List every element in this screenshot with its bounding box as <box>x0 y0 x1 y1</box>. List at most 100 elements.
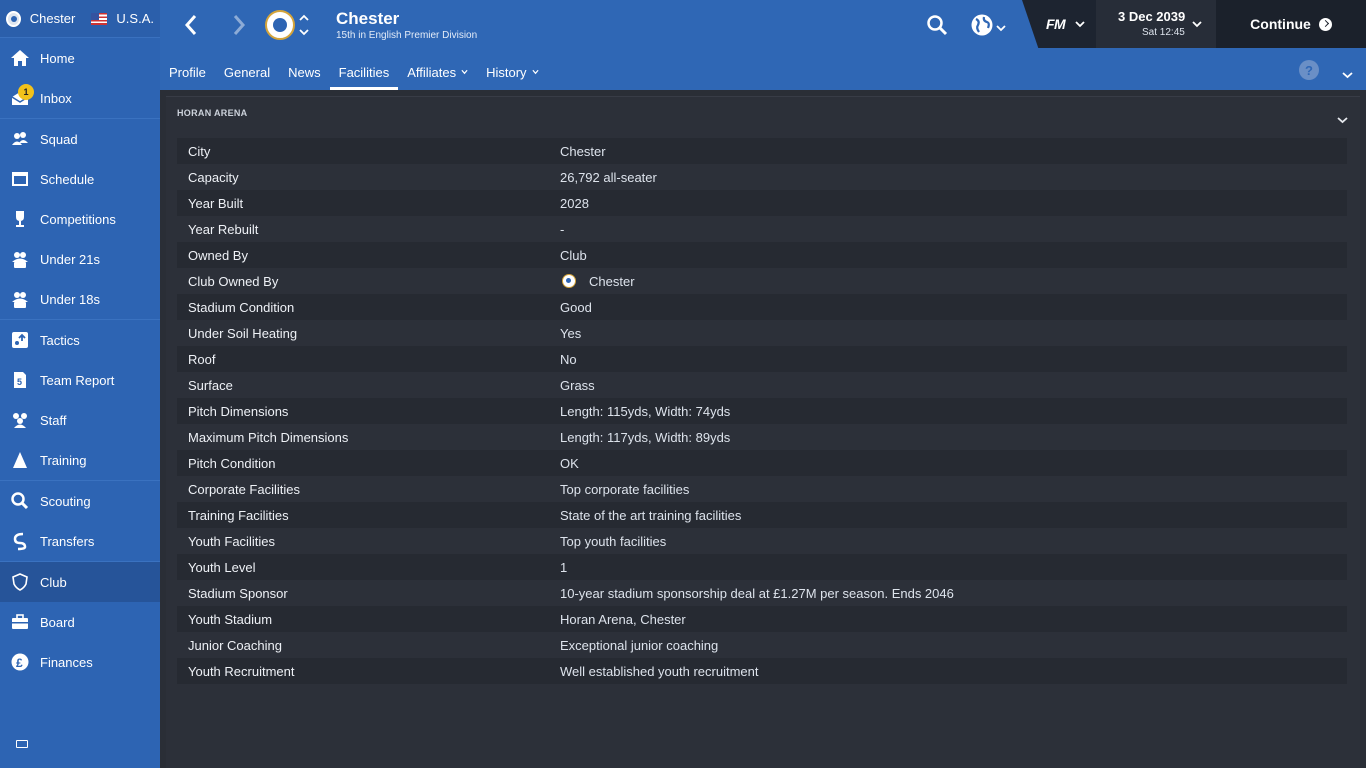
sidebar-item-tactics[interactable]: Tactics <box>0 320 160 360</box>
tab-label: General <box>223 64 271 80</box>
help-button[interactable]: ? <box>1299 60 1319 80</box>
under21-icon <box>10 249 30 269</box>
collapse-panel-button[interactable] <box>1337 111 1348 124</box>
switch-club-arrows[interactable] <box>298 12 310 38</box>
sidebar-item-label: Schedule <box>40 171 95 187</box>
sidebar-item-label: Board <box>40 614 75 630</box>
sidebar-item-label: Finances <box>40 654 93 670</box>
page-menu-button[interactable] <box>1342 66 1353 79</box>
table-row: Youth Facilities Top youth facilities <box>177 528 1347 554</box>
nav-group-scouting: Scouting Transfers <box>0 481 160 562</box>
row-key: Year Rebuilt <box>188 221 259 237</box>
table-row: Pitch Condition OK <box>177 450 1347 476</box>
sidebar-item-under18s[interactable]: Under 18s <box>0 279 160 319</box>
sidebar-item-board[interactable]: Board <box>0 602 160 642</box>
sidebar-item-scouting[interactable]: Scouting <box>0 481 160 521</box>
sidebar-item-schedule[interactable]: Schedule <box>0 159 160 199</box>
tab-bar: Profile General News Facilities Affiliat… <box>160 54 548 90</box>
team-report-icon: 5 <box>10 370 30 390</box>
under18-icon <box>10 289 30 309</box>
training-icon <box>10 450 30 470</box>
table-row: Year Rebuilt - <box>177 216 1347 242</box>
back-button[interactable] <box>176 10 206 40</box>
fm-menu-button[interactable]: FM <box>1022 0 1096 48</box>
sidebar-nation-name: U.S.A. <box>116 11 154 26</box>
sidebar-item-squad[interactable]: Squad <box>0 119 160 159</box>
forward-button[interactable] <box>224 10 254 40</box>
tab-history[interactable]: History <box>477 54 547 90</box>
tab-affiliates[interactable]: Affiliates <box>398 54 477 90</box>
globe-icon <box>971 14 993 36</box>
nav-group-main: Home 1 Inbox <box>0 38 160 119</box>
sidebar-item-team-report[interactable]: 5 Team Report <box>0 360 160 400</box>
row-key: Capacity <box>188 169 239 185</box>
table-row: Roof No <box>177 346 1347 372</box>
sidebar-item-label: Inbox <box>40 90 72 106</box>
arrow-right-circle-icon <box>1318 17 1332 31</box>
continue-label: Continue <box>1250 16 1311 32</box>
row-value: 10-year stadium sponsorship deal at £1.2… <box>560 585 954 601</box>
row-value: Length: 115yds, Width: 74yds <box>560 403 731 419</box>
sidebar-header[interactable]: Chester U.S.A. <box>0 0 160 38</box>
sidebar-item-competitions[interactable]: Competitions <box>0 199 160 239</box>
row-value: 26,792 all-seater <box>560 169 657 185</box>
trophy-icon <box>10 209 30 229</box>
chevron-down-icon[interactable] <box>996 19 1006 32</box>
page-title: Chester <box>336 9 400 28</box>
sidebar-item-finances[interactable]: £ Finances <box>0 642 160 682</box>
row-key: Surface <box>188 377 233 393</box>
club-crest[interactable] <box>265 10 295 40</box>
schedule-icon <box>10 169 30 189</box>
tab-news[interactable]: News <box>279 54 330 90</box>
tab-label: Facilities <box>338 64 390 80</box>
panel-title: HORAN ARENA <box>177 108 248 118</box>
table-row: City Chester <box>177 138 1347 164</box>
sidebar-item-label: Under 21s <box>40 251 100 267</box>
sidebar-item-label: Tactics <box>40 332 80 348</box>
row-value-club-link[interactable]: Chester <box>560 274 635 289</box>
row-key: Youth Level <box>188 559 256 575</box>
row-key: Maximum Pitch Dimensions <box>188 429 349 445</box>
tactics-icon <box>10 330 30 350</box>
svg-text:5: 5 <box>17 377 22 387</box>
row-value: Exceptional junior coaching <box>560 637 719 653</box>
row-key: Pitch Dimensions <box>188 403 289 419</box>
sidebar-item-inbox[interactable]: 1 Inbox <box>0 78 160 118</box>
sidebar-item-under21s[interactable]: Under 21s <box>0 239 160 279</box>
row-key: Owned By <box>188 247 248 263</box>
table-row: Youth Stadium Horan Arena, Chester <box>177 606 1347 632</box>
row-value: - <box>560 221 565 237</box>
row-key: Corporate Facilities <box>188 481 300 497</box>
tab-facilities[interactable]: Facilities <box>329 54 399 90</box>
sidebar-item-staff[interactable]: Staff <box>0 400 160 440</box>
collapse-sidebar-icon[interactable] <box>16 740 28 748</box>
chevron-down-icon <box>531 69 539 75</box>
tab-profile[interactable]: Profile <box>160 54 215 90</box>
sidebar-item-transfers[interactable]: Transfers <box>0 521 160 561</box>
tab-label: Profile <box>169 64 206 80</box>
facilities-table: City Chester Capacity 26,792 all-seater Ye… <box>177 138 1347 684</box>
club-link-label: Chester <box>589 273 635 289</box>
inbox-badge: 1 <box>18 84 34 100</box>
continue-button[interactable]: Continue <box>1216 0 1366 48</box>
row-key: Year Built <box>188 195 244 211</box>
globe-button[interactable] <box>970 13 994 37</box>
sidebar-item-home[interactable]: Home <box>0 38 160 78</box>
chevron-down-icon <box>1192 21 1202 28</box>
row-value: Chester <box>560 143 606 159</box>
tab-general[interactable]: General <box>215 54 279 90</box>
table-row: Year Built 2028 <box>177 190 1347 216</box>
pound-icon: £ <box>10 652 30 672</box>
sidebar-item-training[interactable]: Training <box>0 440 160 480</box>
date-display[interactable]: 3 Dec 2039 Sat 12:45 <box>1096 0 1216 48</box>
table-row: Stadium Sponsor 10-year stadium sponsorsh… <box>177 580 1347 606</box>
table-row: Corporate Facilities Top corporate facili… <box>177 476 1347 502</box>
sidebar-item-label: Under 18s <box>40 291 100 307</box>
search-button[interactable] <box>926 14 948 36</box>
sidebar-item-club[interactable]: Club <box>0 562 160 602</box>
row-value: 1 <box>560 559 568 575</box>
nav-group-tactics: Tactics 5 Team Report Staff Training <box>0 320 160 481</box>
table-row: Under Soil Heating Yes <box>177 320 1347 346</box>
row-key: Under Soil Heating <box>188 325 298 341</box>
row-value: Length: 117yds, Width: 89yds <box>560 429 731 445</box>
